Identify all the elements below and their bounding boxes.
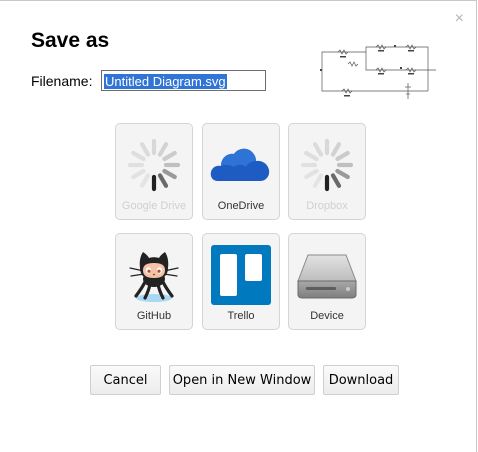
filename-value: Untitled Diagram.svg: [104, 74, 227, 89]
storage-trello-label: Trello: [227, 310, 255, 322]
storage-device-label: Device: [310, 310, 344, 322]
cancel-button[interactable]: Cancel: [90, 365, 161, 395]
storage-github-label: GitHub: [136, 310, 172, 322]
storage-google-drive-label: Google Drive: [121, 200, 187, 212]
spinner-icon: [289, 136, 365, 194]
trello-icon: [203, 245, 279, 305]
spinner-icon: [116, 136, 192, 194]
close-icon[interactable]: ×: [455, 11, 464, 27]
download-button[interactable]: Download: [323, 365, 399, 395]
hard-drive-icon: [289, 246, 365, 304]
storage-dropbox-tile[interactable]: Dropbox: [288, 123, 366, 220]
storage-device-tile[interactable]: Device: [288, 233, 366, 330]
onedrive-cloud-icon: [203, 136, 279, 194]
storage-trello-tile[interactable]: Trello: [202, 233, 280, 330]
filename-input[interactable]: Untitled Diagram.svg: [101, 70, 266, 91]
storage-onedrive-tile[interactable]: OneDrive: [202, 123, 280, 220]
storage-github-tile[interactable]: GitHub: [115, 233, 193, 330]
save-as-dialog: × Save as Filename: Untitled Diagram.svg: [0, 0, 477, 452]
storage-google-drive-tile[interactable]: Google Drive: [115, 123, 193, 220]
filename-label: Filename:: [31, 73, 93, 89]
storage-onedrive-label: OneDrive: [217, 200, 265, 212]
storage-dropbox-label: Dropbox: [306, 200, 348, 212]
open-in-new-window-button[interactable]: Open in New Window: [169, 365, 315, 395]
dialog-title: Save as: [31, 29, 110, 52]
diagram-preview-thumbnail: [320, 44, 436, 99]
github-octocat-icon: [116, 246, 192, 304]
